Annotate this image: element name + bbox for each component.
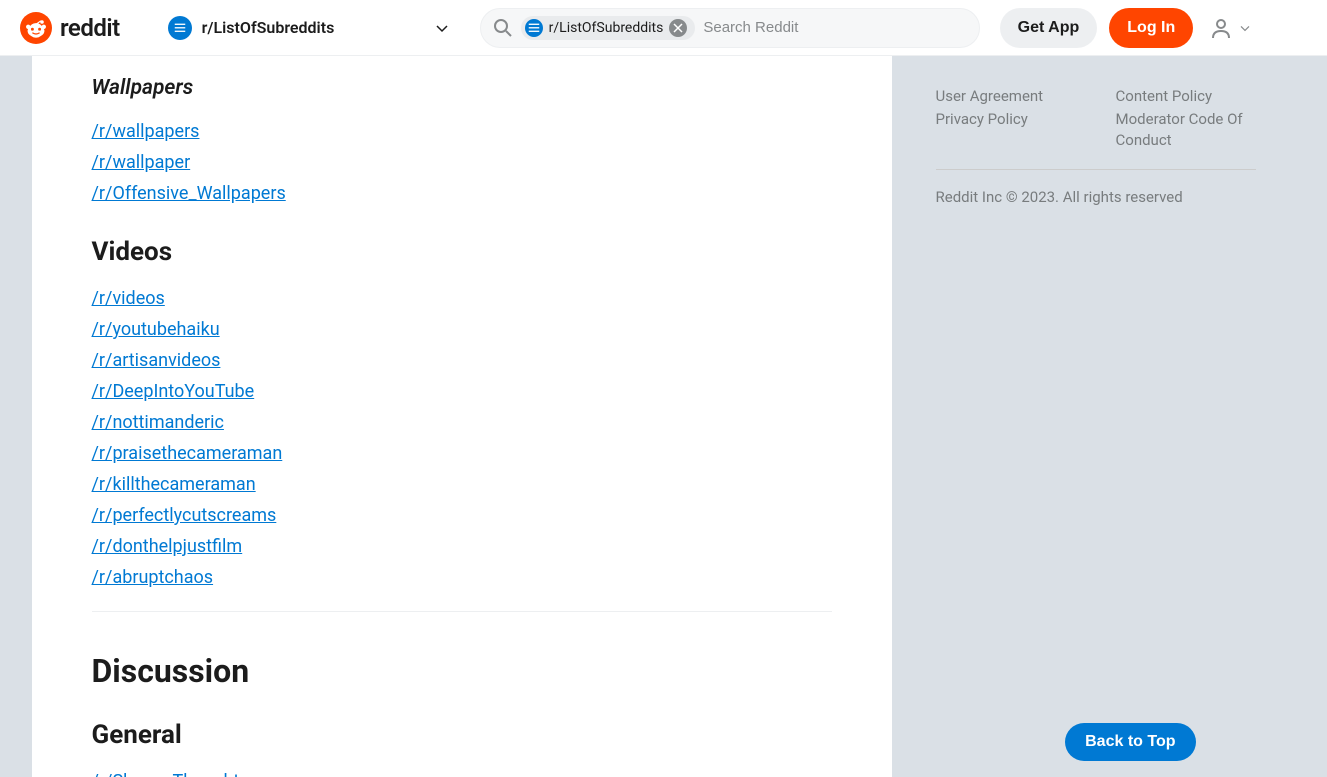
community-selector[interactable]: r/ListOfSubreddits: [160, 12, 460, 44]
subreddit-link[interactable]: /r/videos: [92, 285, 165, 312]
footer-link[interactable]: User Agreement: [936, 86, 1076, 107]
subreddit-link[interactable]: /r/abruptchaos: [92, 564, 214, 591]
section-heading: General: [92, 720, 832, 750]
site-header: reddit r/ListOfSubreddits r/ListOfSubred…: [0, 0, 1327, 56]
reddit-logo[interactable]: reddit: [20, 12, 120, 44]
footer-link[interactable]: Moderator Code Of Conduct: [1116, 109, 1256, 151]
link-list: /r/ShowerThoughts/r/DoesAnybodyElse: [92, 768, 832, 777]
close-icon: [673, 23, 683, 33]
subreddit-link[interactable]: /r/wallpaper: [92, 149, 191, 176]
subreddit-link[interactable]: /r/DeepIntoYouTube: [92, 378, 255, 405]
subreddit-link[interactable]: /r/artisanvideos: [92, 347, 221, 374]
wiki-content: Wallpapers/r/wallpapers/r/wallpaper/r/Of…: [32, 56, 892, 777]
get-app-button[interactable]: Get App: [1000, 8, 1098, 48]
subreddit-link[interactable]: /r/wallpapers: [92, 118, 200, 145]
search-bar[interactable]: r/ListOfSubreddits: [480, 8, 980, 48]
subreddit-link[interactable]: /r/perfectlycutscreams: [92, 502, 277, 529]
section-heading: Wallpapers: [92, 76, 832, 100]
community-name: r/ListOfSubreddits: [202, 18, 335, 37]
divider: [936, 169, 1256, 170]
search-scope-chip: r/ListOfSubreddits: [521, 16, 696, 40]
search-chip-text: r/ListOfSubreddits: [549, 20, 664, 36]
reddit-icon: [20, 12, 52, 44]
subreddit-link[interactable]: /r/donthelpjustfilm: [92, 533, 243, 560]
section-heading: Discussion: [92, 652, 832, 690]
search-icon: [493, 18, 513, 38]
footer-link[interactable]: Privacy Policy: [936, 109, 1076, 130]
link-list: /r/videos/r/youtubehaiku/r/artisanvideos…: [92, 285, 832, 591]
sidebar: User AgreementPrivacy Policy Content Pol…: [916, 56, 1296, 777]
clear-search-scope-button[interactable]: [669, 19, 687, 37]
footer-links: User AgreementPrivacy Policy Content Pol…: [936, 86, 1256, 151]
community-icon: [525, 19, 543, 37]
subreddit-link[interactable]: /r/Offensive_Wallpapers: [92, 180, 286, 207]
copyright-text: Reddit Inc © 2023. All rights reserved: [936, 188, 1256, 206]
subreddit-link[interactable]: /r/killthecameraman: [92, 471, 256, 498]
divider: [92, 611, 832, 612]
chevron-down-icon: [1237, 20, 1253, 36]
log-in-button[interactable]: Log In: [1109, 8, 1193, 48]
subreddit-link[interactable]: /r/ShowerThoughts: [92, 768, 249, 777]
subreddit-link[interactable]: /r/youtubehaiku: [92, 316, 220, 343]
footer-link[interactable]: Content Policy: [1116, 86, 1256, 107]
search-input[interactable]: [703, 19, 966, 36]
back-to-top-button[interactable]: Back to Top: [1065, 723, 1195, 761]
user-icon: [1209, 16, 1233, 40]
subreddit-link[interactable]: /r/praisethecameraman: [92, 440, 283, 467]
chevron-down-icon: [432, 18, 452, 38]
subreddit-link[interactable]: /r/nottimanderic: [92, 409, 224, 436]
link-list: /r/wallpapers/r/wallpaper/r/Offensive_Wa…: [92, 118, 832, 207]
community-icon: [168, 16, 192, 40]
user-menu[interactable]: [1205, 12, 1257, 44]
section-heading: Videos: [92, 237, 832, 267]
logo-text: reddit: [60, 14, 120, 42]
